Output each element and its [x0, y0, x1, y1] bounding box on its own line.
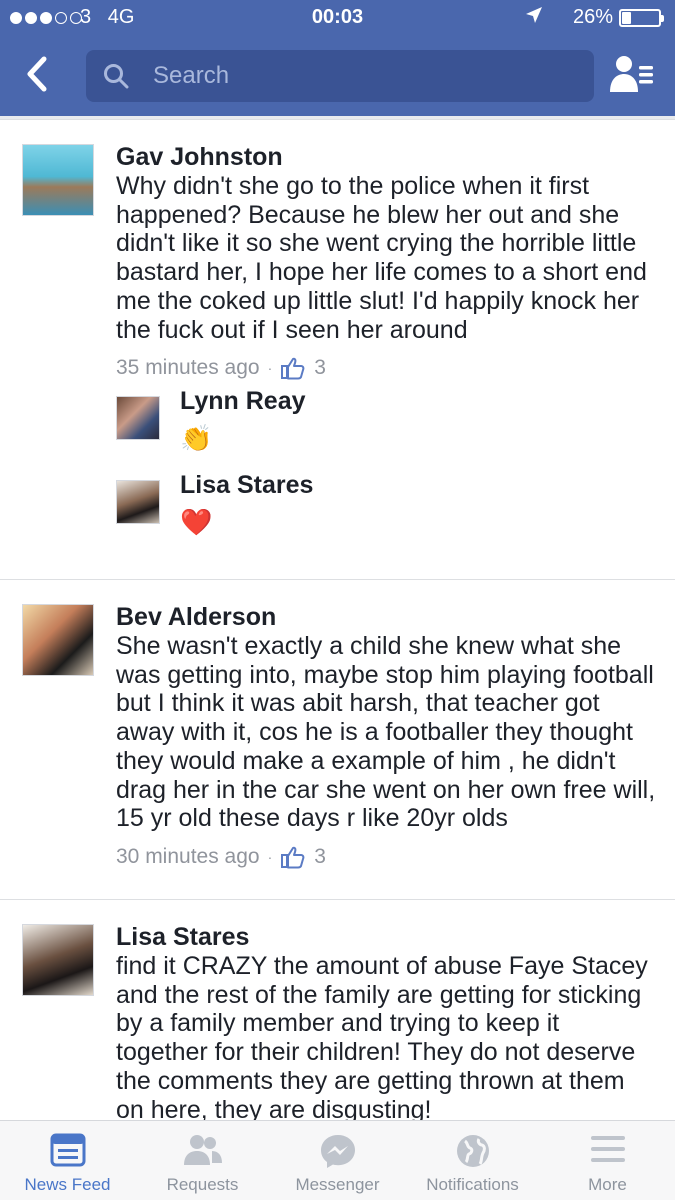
thumbs-up-icon[interactable]	[280, 355, 306, 381]
comment-author[interactable]: Lisa Stares	[116, 922, 657, 952]
reaction-item: Lisa Stares ❤️	[116, 470, 657, 554]
comment-text: She wasn't exactly a child she knew what…	[116, 632, 656, 833]
meta-separator: ·	[267, 360, 273, 377]
comment-time: 35 minutes ago	[116, 356, 260, 380]
comment-meta: 35 minutes ago · 3	[116, 350, 657, 386]
comment-author[interactable]: Bev Alderson	[116, 602, 657, 632]
comment-time: 30 minutes ago	[116, 844, 260, 868]
comment-author[interactable]: Gav Johnston	[116, 142, 657, 172]
comments-list: Gav Johnston Why didn't she go to the po…	[0, 116, 675, 1120]
globe-icon	[456, 1135, 489, 1167]
search-input[interactable]: Search	[86, 50, 594, 102]
search-placeholder: Search	[153, 62, 230, 89]
tab-label: More	[588, 1175, 627, 1194]
tab-label: Messenger	[295, 1175, 380, 1194]
tab-news-feed[interactable]: News Feed	[0, 1121, 135, 1200]
top-bar: 3 4G 00:03 26% Search	[0, 0, 675, 116]
avatar[interactable]	[22, 924, 94, 996]
comment-text: Why didn't she go to the police when it …	[116, 172, 647, 344]
tab-requests[interactable]: Requests	[135, 1121, 270, 1200]
battery-percentage: 26%	[572, 6, 613, 28]
back-button[interactable]	[22, 56, 58, 92]
reaction-author[interactable]: Lynn Reay	[180, 386, 657, 416]
tab-notifications[interactable]: Notifications	[405, 1121, 540, 1200]
reaction-author[interactable]: Lisa Stares	[180, 470, 657, 500]
chevron-left-icon	[27, 56, 47, 92]
avatar[interactable]	[22, 604, 94, 676]
friend-list-icon	[610, 56, 653, 92]
tab-more[interactable]: More	[540, 1121, 675, 1200]
friend-requests-icon	[183, 1135, 222, 1165]
tab-bar: News Feed Requests Messenger Notificatio…	[0, 1120, 675, 1200]
heart-icon: ❤️	[180, 507, 213, 538]
friend-list-button[interactable]	[608, 54, 656, 94]
news-feed-icon	[50, 1133, 85, 1167]
clapping-hands-icon: 👏	[180, 423, 213, 454]
like-count: 3	[314, 844, 326, 868]
meta-separator: ·	[267, 848, 273, 865]
tab-label: Notifications	[426, 1175, 519, 1194]
avatar[interactable]	[22, 144, 94, 216]
search-icon	[104, 64, 129, 89]
tab-messenger[interactable]: Messenger	[270, 1121, 405, 1200]
like-count: 3	[314, 356, 326, 380]
status-bar: 3 4G 00:03 26%	[0, 6, 675, 32]
battery-icon	[619, 9, 664, 27]
comment-text: find it CRAZY the amount of abuse Faye S…	[116, 952, 648, 1120]
tab-label: Requests	[166, 1175, 239, 1194]
avatar[interactable]	[116, 396, 160, 441]
comment-meta: 30 minutes ago · 3	[116, 839, 657, 875]
avatar[interactable]	[116, 480, 160, 525]
comment: Lisa Stares find it CRAZY the amount of …	[0, 900, 675, 1120]
menu-icon	[590, 1136, 625, 1162]
thumbs-up-icon[interactable]	[280, 844, 306, 870]
comment: Bev Alderson She wasn't exactly a child …	[0, 580, 675, 900]
reaction-item: Lynn Reay 👏	[116, 386, 657, 470]
messenger-icon	[320, 1135, 355, 1168]
tab-label: News Feed	[24, 1175, 111, 1194]
comment: Gav Johnston Why didn't she go to the po…	[0, 120, 675, 580]
location-arrow-icon	[525, 6, 543, 30]
reactions-list: Lynn Reay 👏 Lisa Stares ❤️	[116, 386, 657, 560]
